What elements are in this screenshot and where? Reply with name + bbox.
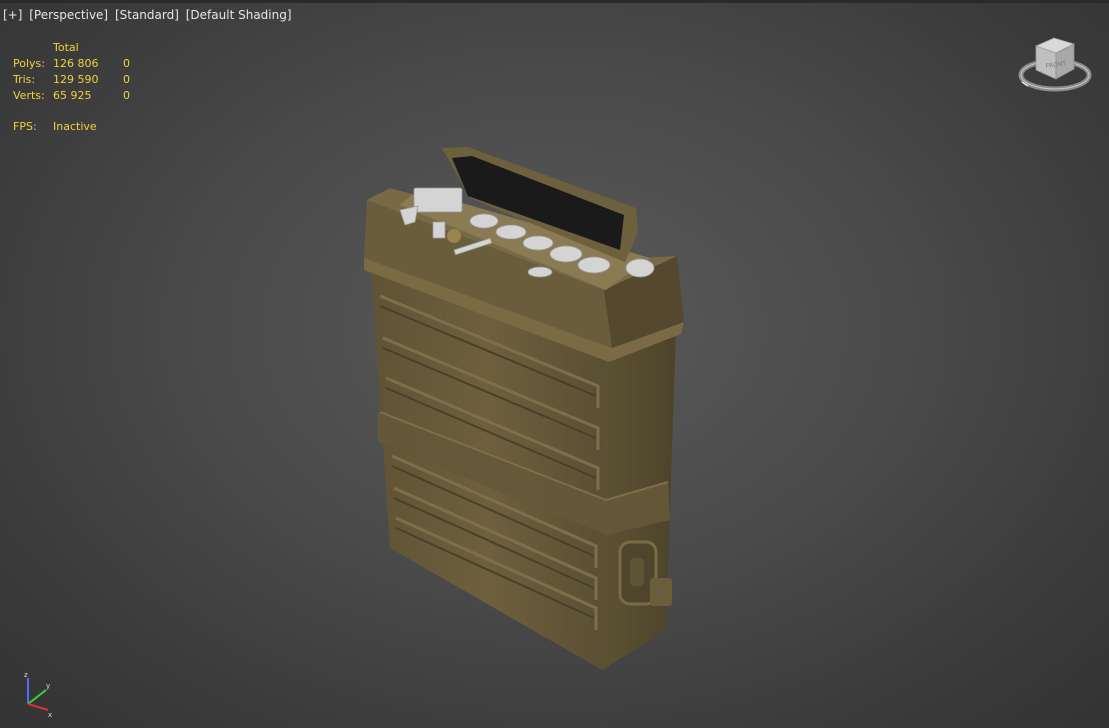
brass-knob [447, 229, 461, 243]
perspective-viewport[interactable]: [+] [Perspective] [Standard] [Default Sh… [0, 0, 1109, 728]
svg-text:x: x [48, 711, 52, 718]
svg-text:z: z [24, 671, 28, 679]
axis-gizmo-icon: z y x [24, 671, 52, 718]
battery-case-model[interactable] [0, 0, 1109, 728]
svg-text:y: y [46, 682, 50, 690]
